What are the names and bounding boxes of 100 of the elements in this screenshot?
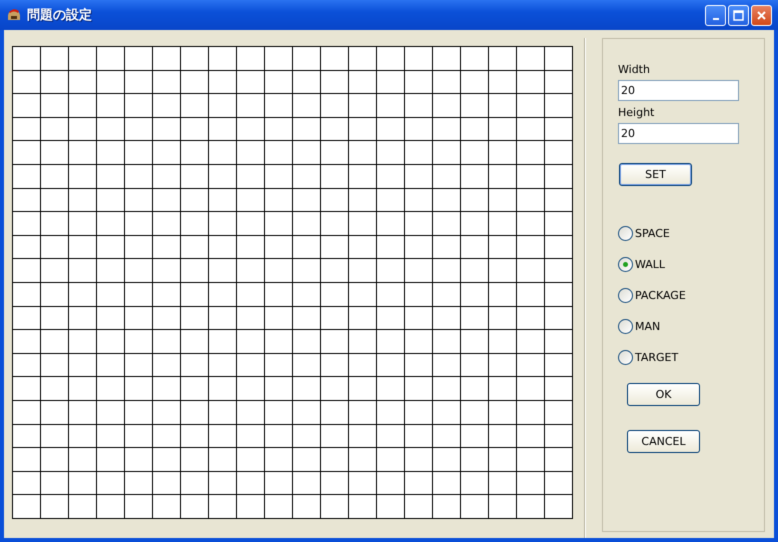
grid-cell[interactable] bbox=[125, 424, 153, 448]
grid-cell[interactable] bbox=[13, 306, 41, 330]
minimize-button[interactable] bbox=[705, 4, 726, 26]
grid-cell[interactable] bbox=[125, 306, 153, 330]
grid-cell[interactable] bbox=[433, 282, 461, 307]
grid-cell[interactable] bbox=[293, 259, 321, 283]
grid-cell[interactable] bbox=[517, 259, 545, 283]
grid-cell[interactable] bbox=[489, 212, 517, 236]
grid-cell[interactable] bbox=[461, 94, 489, 118]
grid-cell[interactable] bbox=[265, 47, 293, 71]
grid-cell[interactable] bbox=[321, 47, 349, 71]
grid-cell[interactable] bbox=[13, 236, 41, 260]
grid-cell[interactable] bbox=[461, 448, 489, 472]
grid-cell[interactable] bbox=[209, 47, 237, 71]
grid-cell[interactable] bbox=[489, 282, 517, 307]
grid-cell[interactable] bbox=[293, 118, 321, 142]
grid-cell[interactable] bbox=[69, 400, 97, 424]
radio-label[interactable]: TARGET bbox=[635, 350, 678, 364]
grid-cell[interactable] bbox=[41, 212, 69, 236]
grid-cell[interactable] bbox=[265, 424, 293, 448]
grid-cell[interactable] bbox=[69, 164, 97, 189]
grid-cell[interactable] bbox=[41, 259, 69, 283]
grid-cell[interactable] bbox=[517, 164, 545, 189]
grid-cell[interactable] bbox=[545, 448, 573, 472]
grid-cell[interactable] bbox=[321, 212, 349, 236]
grid-cell[interactable] bbox=[545, 94, 573, 118]
grid-cell[interactable] bbox=[433, 306, 461, 330]
grid-cell[interactable] bbox=[153, 282, 181, 307]
grid-cell[interactable] bbox=[237, 354, 265, 378]
grid-cell[interactable] bbox=[489, 118, 517, 142]
grid-cell[interactable] bbox=[293, 377, 321, 401]
grid-cell[interactable] bbox=[293, 70, 321, 94]
grid-cell[interactable] bbox=[517, 306, 545, 330]
grid-cell[interactable] bbox=[181, 259, 209, 283]
grid-cell[interactable] bbox=[69, 70, 97, 94]
grid-cell[interactable] bbox=[69, 330, 97, 354]
grid-cell[interactable] bbox=[433, 141, 461, 165]
grid-cell[interactable] bbox=[125, 259, 153, 283]
grid-cell[interactable] bbox=[265, 212, 293, 236]
grid-cell[interactable] bbox=[41, 118, 69, 142]
grid-cell[interactable] bbox=[153, 94, 181, 118]
grid-cell[interactable] bbox=[545, 354, 573, 378]
grid-cell[interactable] bbox=[349, 236, 377, 260]
grid-cell[interactable] bbox=[461, 118, 489, 142]
grid-cell[interactable] bbox=[321, 354, 349, 378]
grid-cell[interactable] bbox=[405, 495, 433, 519]
grid-cell[interactable] bbox=[181, 330, 209, 354]
grid-cell[interactable] bbox=[489, 259, 517, 283]
grid-cell[interactable] bbox=[125, 282, 153, 307]
grid-cell[interactable] bbox=[545, 70, 573, 94]
grid-cell[interactable] bbox=[293, 495, 321, 519]
grid-cell[interactable] bbox=[433, 354, 461, 378]
grid-cell[interactable] bbox=[321, 141, 349, 165]
grid-cell[interactable] bbox=[181, 94, 209, 118]
grid-cell[interactable] bbox=[293, 164, 321, 189]
grid-cell[interactable] bbox=[489, 495, 517, 519]
grid-cell[interactable] bbox=[517, 47, 545, 71]
grid-cell[interactable] bbox=[405, 94, 433, 118]
grid-cell[interactable] bbox=[97, 377, 125, 401]
grid-cell[interactable] bbox=[517, 94, 545, 118]
grid-cell[interactable] bbox=[377, 118, 405, 142]
grid-cell[interactable] bbox=[125, 141, 153, 165]
grid-cell[interactable] bbox=[377, 377, 405, 401]
grid-cell[interactable] bbox=[97, 212, 125, 236]
grid-cell[interactable] bbox=[265, 306, 293, 330]
grid-cell[interactable] bbox=[209, 94, 237, 118]
grid-cell[interactable] bbox=[97, 448, 125, 472]
grid-cell[interactable] bbox=[405, 70, 433, 94]
grid-cell[interactable] bbox=[209, 472, 237, 496]
grid-cell[interactable] bbox=[237, 94, 265, 118]
grid-cell[interactable] bbox=[545, 188, 573, 212]
grid-cell[interactable] bbox=[321, 236, 349, 260]
grid-cell[interactable] bbox=[209, 377, 237, 401]
grid-cell[interactable] bbox=[265, 354, 293, 378]
grid-cell[interactable] bbox=[153, 377, 181, 401]
grid-cell[interactable] bbox=[293, 47, 321, 71]
grid-cell[interactable] bbox=[405, 306, 433, 330]
grid-cell[interactable] bbox=[13, 188, 41, 212]
grid-cell[interactable] bbox=[69, 236, 97, 260]
grid-cell[interactable] bbox=[125, 70, 153, 94]
grid-cell[interactable] bbox=[377, 47, 405, 71]
grid-cell[interactable] bbox=[97, 495, 125, 519]
grid-cell[interactable] bbox=[349, 94, 377, 118]
grid-cell[interactable] bbox=[405, 354, 433, 378]
grid-cell[interactable] bbox=[293, 472, 321, 496]
grid-cell[interactable] bbox=[405, 377, 433, 401]
grid-cell[interactable] bbox=[41, 282, 69, 307]
grid-cell[interactable] bbox=[461, 330, 489, 354]
grid-cell[interactable] bbox=[517, 330, 545, 354]
grid-cell[interactable] bbox=[265, 70, 293, 94]
grid-cell[interactable] bbox=[349, 118, 377, 142]
grid-cell[interactable] bbox=[153, 472, 181, 496]
grid-cell[interactable] bbox=[125, 354, 153, 378]
grid-cell[interactable] bbox=[293, 212, 321, 236]
grid-cell[interactable] bbox=[545, 377, 573, 401]
grid-cell[interactable] bbox=[237, 424, 265, 448]
grid-cell[interactable] bbox=[181, 188, 209, 212]
grid-cell[interactable] bbox=[517, 236, 545, 260]
grid-cell[interactable] bbox=[461, 212, 489, 236]
grid-cell[interactable] bbox=[265, 188, 293, 212]
